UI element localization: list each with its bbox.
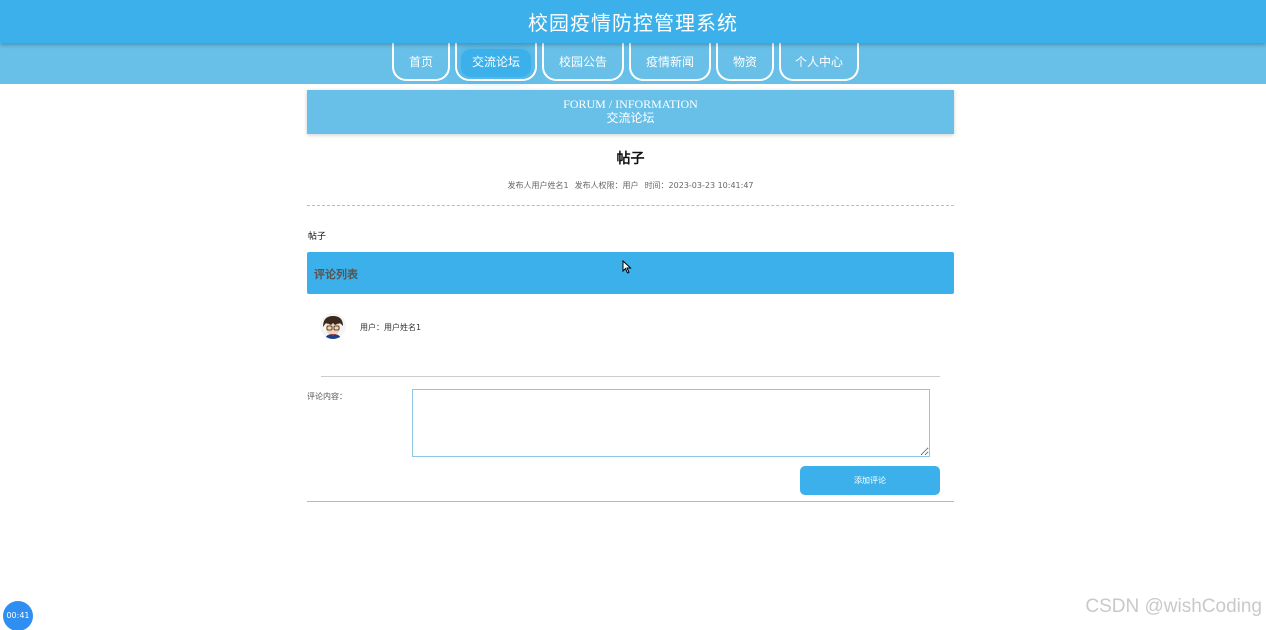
post-role: 发布人权限：用户 (574, 181, 639, 190)
nav-item-forum[interactable]: 交流论坛 (455, 43, 537, 81)
post-title: 帖子 (616, 151, 645, 167)
comments-divider (321, 376, 940, 377)
post-divider (307, 205, 954, 206)
main-nav: 首页 交流论坛 校园公告 疫情新闻 物资 个人中心 (0, 43, 1266, 84)
post-meta: 发布人用户姓名1 发布人权限：用户 时间：2023-03-23 10:41:47 (307, 180, 954, 191)
comment-item: 用户：用户姓名1 (320, 313, 720, 343)
top-header: 校园疫情防控管理系统 (0, 0, 1266, 43)
add-comment-button[interactable]: 添加评论 (800, 466, 940, 495)
banner-chinese-title: 交流论坛 (606, 111, 655, 125)
nav-item-label: 交流论坛 (471, 55, 520, 69)
nav-item-home[interactable]: 首页 (392, 43, 450, 81)
banner-english-title: FORUM / INFORMATION (563, 97, 698, 111)
comment-form-label: 评论内容： (307, 392, 347, 401)
nav-item-announcements[interactable]: 校园公告 (542, 43, 624, 81)
post-content: 帖子 (308, 232, 327, 242)
nav-item-epidemic-news[interactable]: 疫情新闻 (629, 43, 711, 81)
site-title: 校园疫情防控管理系统 (528, 11, 738, 35)
comment-textarea[interactable] (412, 389, 930, 457)
comments-header-label: 评论列表 (314, 268, 358, 281)
post-author: 发布人用户姓名1 (507, 181, 569, 190)
nav-list: 首页 交流论坛 校园公告 疫情新闻 物资 个人中心 (392, 43, 864, 84)
nav-item-personal-center[interactable]: 个人中心 (779, 43, 859, 81)
watermark: CSDN @wishCoding (1085, 596, 1262, 617)
nav-item-label: 首页 (408, 55, 433, 69)
cartoon-avatar-icon (320, 313, 346, 339)
nav-item-label: 校园公告 (558, 55, 607, 69)
mouse-cursor-icon (622, 259, 632, 278)
post-time: 时间：2023-03-23 10:41:47 (644, 181, 754, 190)
section-banner: FORUM / INFORMATION 交流论坛 (307, 90, 954, 134)
nav-item-label: 物资 (732, 55, 757, 69)
timer-badge[interactable]: 00:41 (3, 601, 33, 630)
nav-item-label: 疫情新闻 (645, 55, 694, 69)
nav-item-supplies[interactable]: 物资 (716, 43, 774, 81)
form-bottom-divider (307, 501, 954, 502)
nav-item-label: 个人中心 (794, 55, 843, 69)
comment-user: 用户：用户姓名1 (360, 323, 422, 332)
